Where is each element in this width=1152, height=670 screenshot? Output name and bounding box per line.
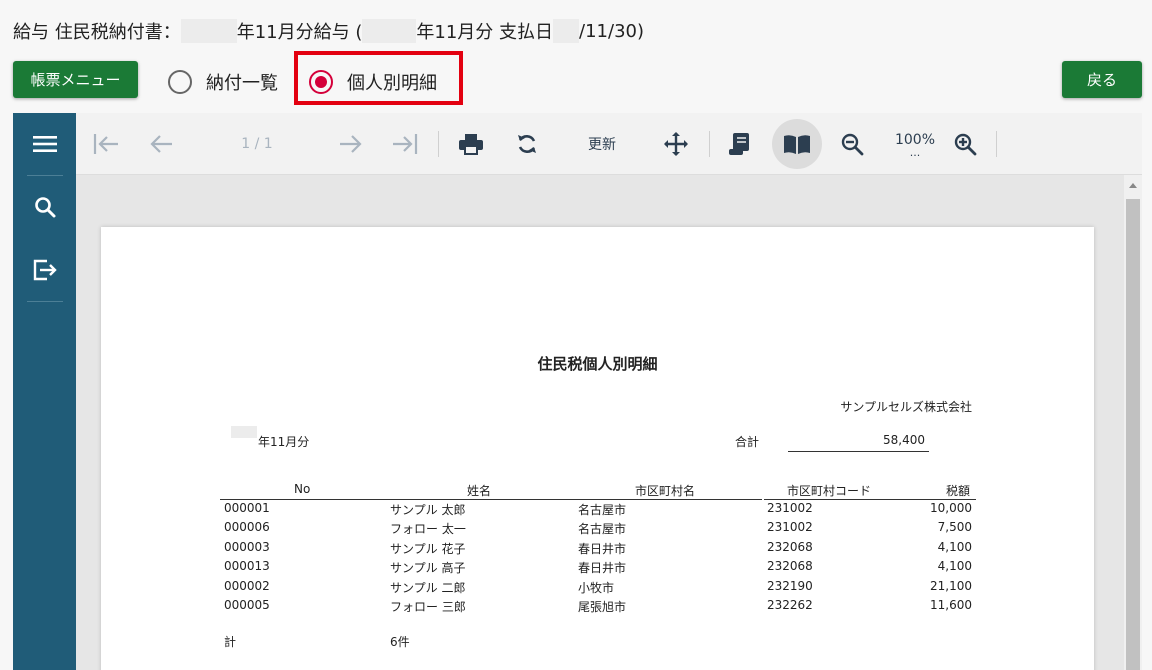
prev-page-icon[interactable]: [146, 121, 178, 167]
cell-no: 000005: [224, 598, 270, 612]
page-title: 給与 住民税納付書： 年11月分給与 ( 年11月分 支払日 /11/30): [13, 17, 644, 45]
cell-no: 000003: [224, 540, 270, 554]
table-row: 000001 サンプル 太郎 名古屋市 231002 10,000: [101, 501, 1094, 521]
first-page-icon[interactable]: [90, 121, 122, 167]
page-indicator[interactable]: 1 / 1: [222, 121, 292, 167]
column-header: 姓名: [467, 484, 492, 498]
sidebar-divider: [27, 301, 63, 302]
cell-city: 名古屋市: [578, 522, 627, 536]
cell-city: 名古屋市: [578, 503, 627, 517]
search-icon[interactable]: [13, 179, 76, 235]
cell-name: フォロー 三郎: [390, 600, 466, 614]
report-menu-button[interactable]: 帳票メニュー: [13, 61, 138, 98]
footer-count: 6件: [390, 635, 410, 649]
redacted-year: [180, 19, 237, 43]
company-name: サンプルセルズ株式会社: [840, 400, 972, 414]
table-row: 000006 フォロー 太一 名古屋市 231002 7,500: [101, 520, 1094, 540]
column-header: 市区町村コード: [787, 484, 872, 498]
zoom-out-icon[interactable]: [835, 121, 869, 167]
cell-code: 232068: [767, 540, 813, 554]
highlight-box: [294, 51, 463, 105]
radio-payment-list[interactable]: 納付一覧: [168, 64, 278, 100]
table-footer: 計 6件: [101, 633, 1094, 653]
table-row: 000002 サンプル 二郎 小牧市 232190 21,100: [101, 579, 1094, 599]
redacted-year: [362, 19, 417, 43]
cell-tax: 7,500: [937, 520, 972, 534]
scroll-up-icon[interactable]: [1128, 181, 1138, 189]
cell-name: フォロー 太一: [390, 522, 466, 536]
footer-label: 計: [224, 635, 237, 649]
page-area: 住民税個人別明細 サンプルセルズ株式会社 年11月分 合計 58,400 No …: [76, 175, 1124, 670]
last-page-icon[interactable]: [389, 121, 421, 167]
cell-code: 231002: [767, 520, 813, 534]
report-viewer: 1 / 1 更新 100% ... 住民税個人別明細 サンプルセルズ株式会社 年…: [13, 113, 1142, 670]
move-icon[interactable]: [659, 121, 693, 167]
title-prefix: 給与 住民税納付書：: [13, 22, 181, 43]
redacted-year: [231, 426, 257, 438]
title-part3: /11/30): [579, 20, 644, 42]
cell-city: 春日井市: [578, 561, 627, 575]
continuous-scroll-icon[interactable]: [723, 121, 757, 167]
cell-code: 232262: [767, 598, 813, 612]
report-title: 住民税個人別明細: [537, 355, 658, 373]
cell-tax: 21,100: [930, 579, 972, 593]
column-header: No: [294, 482, 311, 496]
refresh-label[interactable]: 更新: [568, 121, 636, 167]
export-icon[interactable]: [13, 242, 76, 298]
column-header: 市区町村名: [635, 484, 696, 498]
toolbar-divider: [996, 131, 997, 157]
next-page-icon[interactable]: [334, 121, 366, 167]
header-underline: [220, 499, 762, 500]
cell-city: 尾張旭市: [578, 600, 627, 614]
table-row: 000003 サンプル 花子 春日井市 232068 4,100: [101, 540, 1094, 560]
scrollbar-thumb[interactable]: [1126, 199, 1140, 670]
cell-tax: 10,000: [930, 501, 972, 515]
title-part1: 年11月分給与 (: [236, 22, 363, 43]
vertical-scrollbar[interactable]: [1124, 175, 1142, 670]
cell-no: 000001: [224, 501, 270, 515]
toolbar-divider: [709, 131, 710, 157]
table-row: 000005 フォロー 三郎 尾張旭市 232262 11,600: [101, 598, 1094, 618]
cell-name: サンプル 花子: [390, 542, 466, 556]
zoom-in-icon[interactable]: [948, 121, 982, 167]
total-value: 58,400: [883, 433, 925, 447]
refresh-icon[interactable]: [510, 121, 544, 167]
radio-payment-list-label: 納付一覧: [206, 73, 278, 94]
cell-tax: 4,100: [937, 540, 972, 554]
report-page: 住民税個人別明細 サンプルセルズ株式会社 年11月分 合計 58,400 No …: [101, 227, 1094, 670]
title-part2: 年11月分 支払日: [416, 22, 554, 43]
back-button[interactable]: 戻る: [1062, 61, 1142, 98]
cell-name: サンプル 高子: [390, 561, 466, 575]
cell-no: 000002: [224, 579, 270, 593]
viewer-sidebar: [13, 113, 76, 670]
total-label: 合計: [735, 435, 760, 449]
sidebar-divider: [27, 175, 63, 176]
cell-no: 000006: [224, 520, 270, 534]
cell-code: 232068: [767, 559, 813, 573]
zoom-more: ...: [909, 145, 921, 159]
cell-code: 231002: [767, 501, 813, 515]
report-month: 年11月分: [258, 435, 310, 449]
redacted-year: [553, 19, 580, 43]
toolbar-divider: [438, 131, 439, 157]
radio-unchecked-icon: [168, 70, 192, 94]
zoom-level[interactable]: 100% ...: [884, 121, 946, 167]
book-view-icon[interactable]: [772, 119, 822, 169]
viewer-toolbar: 1 / 1 更新 100% ...: [76, 113, 1142, 175]
print-icon[interactable]: [454, 121, 488, 167]
cell-no: 000013: [224, 559, 270, 573]
cell-name: サンプル 二郎: [390, 581, 466, 595]
cell-city: 小牧市: [578, 581, 615, 595]
total-underline: [788, 451, 929, 452]
cell-tax: 4,100: [937, 559, 972, 573]
cell-tax: 11,600: [930, 598, 972, 612]
cell-city: 春日井市: [578, 542, 627, 556]
cell-code: 232190: [767, 579, 813, 593]
menu-icon[interactable]: [13, 116, 76, 172]
cell-name: サンプル 太郎: [390, 503, 466, 517]
header-underline: [764, 499, 976, 500]
table-row: 000013 サンプル 高子 春日井市 232068 4,100: [101, 559, 1094, 579]
column-header: 税額: [946, 484, 971, 498]
